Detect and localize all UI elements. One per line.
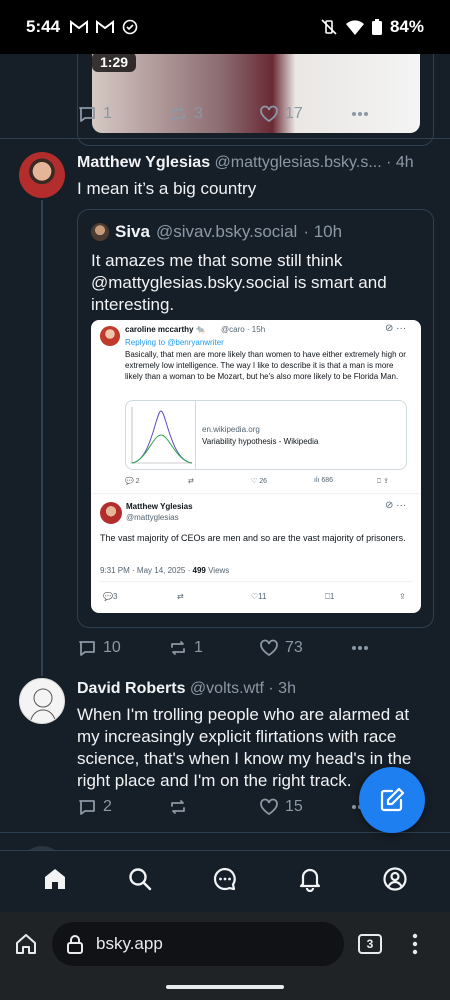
tweet-replying: Replying to @benryanwriter [125, 338, 224, 347]
tweet-reply-actions: 💬3 ⇄ ♡11 ⎕1 ⇪ [103, 592, 406, 601]
more-dots-icon [352, 646, 368, 650]
quote-author-handle: @sivav.bsky.social [155, 222, 298, 241]
distribution-chart-thumbnail [130, 407, 193, 464]
post-actions: 10 1 73 [77, 638, 370, 658]
check-circle-icon [122, 19, 138, 35]
post-time: · 4h [386, 154, 414, 171]
compose-button[interactable] [359, 767, 425, 833]
tweet-avatar [100, 326, 120, 346]
link-title: Variability hypothesis - Wikipedia [202, 437, 319, 446]
quote-author-name: Siva [115, 222, 150, 241]
tweet-more-icon: ⊘ ··· [385, 323, 407, 334]
status-time: 5:44 [26, 17, 61, 36]
wifi-icon [345, 20, 364, 35]
tweet-link-card: en.wikipedia.org Variability hypothesis … [125, 400, 407, 470]
tweet-handle: @caro · 15h [221, 325, 266, 334]
post-time: · 3h [268, 680, 296, 697]
heart-icon [260, 798, 278, 816]
tab-profile[interactable] [382, 866, 408, 897]
embedded-screenshot[interactable]: caroline mccarthy 🐀 @caro · 15h ⊘ ··· Re… [91, 320, 421, 613]
battery-level: 84% [389, 17, 424, 36]
tab-search[interactable] [127, 866, 153, 897]
reply-button[interactable]: 2 [77, 797, 168, 817]
repost-icon [171, 641, 185, 655]
tweet-reply-author: Matthew Yglesias [126, 502, 193, 511]
tab-switcher-button[interactable]: 3 [358, 934, 382, 954]
author-handle[interactable]: @mattyglesias.bsky.s... [215, 154, 382, 171]
profile-icon [383, 867, 407, 891]
quote-post[interactable]: Siva @sivav.bsky.social · 10h It amazes … [77, 209, 434, 628]
system-nav-bar [0, 976, 450, 1000]
post-actions: 1 3 17 [77, 104, 370, 124]
reply-icon [79, 641, 95, 656]
battery-icon [371, 19, 382, 35]
avatar[interactable] [19, 678, 65, 724]
tweet-reply-handle: @mattyglesias [126, 513, 179, 522]
search-icon [129, 868, 151, 891]
feed[interactable]: 1:29 1 3 17 Matthew Yglesias @mattyglesi… [0, 54, 450, 850]
like-button[interactable]: 15 [259, 797, 350, 817]
lock-icon [67, 935, 83, 954]
link-domain: en.wikipedia.org [202, 425, 260, 434]
bottom-tab-bar [0, 850, 450, 912]
divider [0, 832, 450, 833]
bell-icon [300, 868, 321, 893]
chat-icon [213, 867, 236, 891]
mute-vibrate-icon [321, 19, 337, 35]
post-header: David Roberts @volts.wtf · 3h [77, 680, 296, 698]
tweet-author: caroline mccarthy 🐀 [125, 325, 206, 334]
repost-icon [171, 800, 185, 814]
tweet-reply-meta: 9:31 PM · May 14, 2025 · 499 Views [100, 566, 230, 575]
compose-icon [380, 787, 405, 812]
gmail-icon [70, 20, 89, 33]
gesture-handle[interactable] [166, 985, 284, 989]
post-actions: 2 15 [77, 797, 370, 817]
url-bar[interactable]: bsky.app [52, 922, 344, 966]
more-options-button[interactable] [350, 638, 370, 658]
avatar[interactable] [19, 152, 65, 198]
tab-notifications[interactable] [297, 866, 323, 897]
reply-icon [79, 107, 95, 122]
url-text: bsky.app [96, 934, 163, 953]
post-header: Matthew Yglesias @mattyglesias.bsky.s...… [77, 154, 414, 172]
quote-time: · 10h [303, 222, 343, 241]
more-dots-icon [352, 112, 368, 116]
reply-button[interactable]: 1 [77, 104, 168, 124]
repost-button[interactable]: 1 [168, 638, 259, 658]
home-icon [44, 869, 65, 889]
tweet-reply-more-icon: ⊘ ··· [385, 500, 407, 511]
sketch-portrait-icon [29, 688, 57, 723]
quote-avatar [91, 223, 109, 241]
browser-home-icon[interactable] [14, 932, 38, 956]
browser-toolbar: bsky.app 3 [0, 912, 450, 976]
author-handle[interactable]: @volts.wtf [190, 680, 264, 697]
more-options-button[interactable] [350, 104, 370, 124]
tweet-reply-body: The vast majority of CEOs are men and so… [100, 533, 406, 543]
tab-chat[interactable] [212, 866, 238, 897]
status-bar: 5:44 84% [0, 0, 450, 54]
reply-button[interactable]: 10 [77, 638, 168, 658]
video-duration: 1:29 [92, 54, 137, 72]
tweet-actions: 💬 2 ⇄ ♡ 26 ılı 686 ⎕ ⇪ [125, 477, 390, 485]
author-name[interactable]: Matthew Yglesias [77, 154, 210, 171]
heart-icon [260, 639, 278, 657]
repost-button[interactable]: 3 [168, 104, 259, 124]
tab-home[interactable] [42, 866, 68, 897]
tweet-body: Basically, that men are more likely than… [125, 350, 406, 381]
like-button[interactable]: 73 [259, 638, 350, 658]
like-button[interactable]: 17 [259, 104, 350, 124]
post-text: I mean it’s a big country [77, 179, 257, 198]
gmail-icon [96, 20, 115, 33]
quote-text: It amazes me that some still think @matt… [91, 251, 387, 314]
thread-line [41, 200, 43, 676]
heart-icon [260, 105, 278, 123]
reply-icon [79, 800, 95, 815]
tweet-reply-avatar [100, 502, 122, 524]
repost-button[interactable] [168, 797, 259, 817]
author-name[interactable]: David Roberts [77, 680, 185, 697]
repost-icon [171, 107, 185, 121]
browser-menu-icon[interactable] [412, 933, 418, 955]
divider [0, 138, 450, 139]
